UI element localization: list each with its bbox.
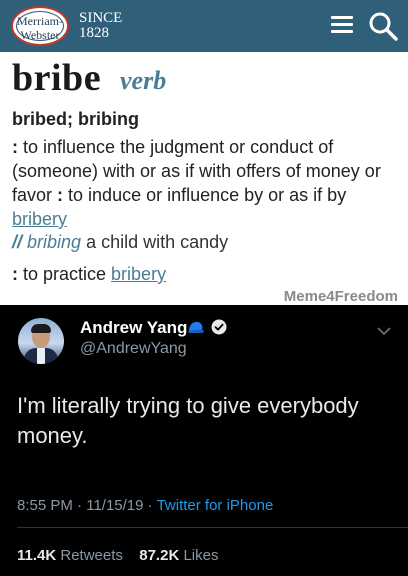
retweets-stat[interactable]: 11.4K Retweets	[17, 547, 123, 564]
definition-1: : to influence the judgment or conduct o…	[12, 137, 381, 229]
since-label: SINCE 1828	[79, 10, 123, 41]
search-icon[interactable]	[367, 10, 399, 42]
tweet-time[interactable]: 8:55 PM	[17, 497, 73, 514]
definition-2: : to practice bribery	[12, 264, 167, 284]
blue-cap-emoji-icon	[188, 321, 204, 333]
chevron-down-icon[interactable]	[377, 326, 391, 336]
user-handle[interactable]: @AndrewYang	[80, 340, 187, 358]
merriam-webster-logo[interactable]: Merriam- Webster	[11, 6, 69, 46]
mw-header: Merriam- Webster SINCE 1828	[0, 0, 408, 52]
part-of-speech[interactable]: verb	[120, 66, 166, 96]
tweet-source[interactable]: Twitter for iPhone	[157, 497, 274, 514]
tweet-meta: 8:55 PM · 11/15/19 · Twitter for iPhone	[17, 497, 273, 514]
bribery-link-2[interactable]: bribery	[111, 264, 166, 284]
usage-example: // bribing a child with candy	[12, 232, 229, 252]
tweet-text: I'm literally trying to give everybody m…	[17, 393, 359, 448]
watermark: Meme4Freedom	[283, 288, 398, 305]
divider	[17, 527, 408, 528]
tweet-card: Andrew Yang @AndrewYang I'm literally tr…	[0, 305, 408, 576]
separator: ·	[147, 497, 153, 514]
tweet-stats: 11.4K Retweets 87.2K Likes	[17, 547, 218, 564]
dictionary-entry: bribe verb bribed; bribing : to influenc…	[0, 52, 408, 305]
logo-text-line2: Webster	[20, 28, 60, 42]
headword: bribe	[12, 57, 102, 99]
hamburger-menu-icon[interactable]	[331, 14, 353, 35]
separator: ·	[77, 497, 83, 514]
verified-badge-icon	[211, 319, 227, 335]
logo-text-line1: Merriam-	[17, 14, 63, 28]
bribery-link[interactable]: bribery	[12, 209, 67, 229]
avatar[interactable]	[18, 318, 64, 364]
display-name[interactable]: Andrew Yang	[80, 318, 187, 338]
likes-stat[interactable]: 87.2K Likes	[139, 547, 218, 564]
inflections: bribed; bribing	[12, 109, 139, 129]
tweet-date[interactable]: 11/15/19	[86, 497, 143, 514]
